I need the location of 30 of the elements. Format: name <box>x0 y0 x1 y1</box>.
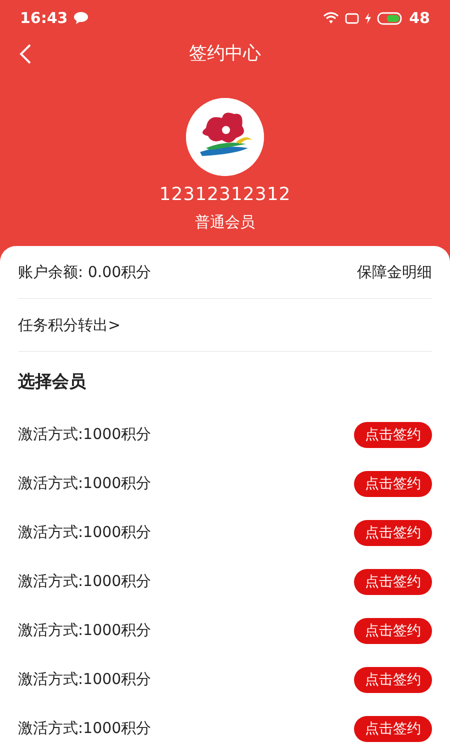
chat-icon <box>74 12 88 24</box>
plan-label: 激活方式:1000积分 <box>18 670 152 689</box>
screen-icon <box>345 12 360 24</box>
plan-label: 激活方式:1000积分 <box>18 425 152 444</box>
sign-button[interactable]: 点击签约 <box>354 666 432 692</box>
sign-button[interactable]: 点击签约 <box>354 568 432 594</box>
section-title: 选择会员 <box>18 370 86 392</box>
plan-label: 激活方式:1000积分 <box>18 621 152 640</box>
status-time: 16:43 <box>20 9 68 27</box>
plan-label: 激活方式:1000积分 <box>18 572 152 591</box>
plan-label: 激活方式:1000积分 <box>18 523 152 542</box>
deposit-details-link[interactable]: 保障金明细 <box>357 262 432 282</box>
battery-percent: 48 <box>409 9 430 27</box>
flower-logo-icon <box>186 98 264 176</box>
plan-label: 激活方式:1000积分 <box>18 719 152 738</box>
member-level: 普通会员 <box>195 213 255 232</box>
sign-button[interactable]: 点击签约 <box>354 422 432 448</box>
page-title: 签约中心 <box>189 42 261 65</box>
plan-label: 激活方式:1000积分 <box>18 474 152 493</box>
sign-button[interactable]: 点击签约 <box>354 618 432 644</box>
back-icon[interactable] <box>18 43 32 65</box>
sign-button[interactable]: 点击签约 <box>354 520 432 546</box>
account-number: 12312312312 <box>159 184 291 205</box>
charging-icon <box>365 12 372 24</box>
battery-icon <box>377 12 404 24</box>
sign-button[interactable]: 点击签约 <box>354 470 432 496</box>
sign-button[interactable]: 点击签约 <box>354 716 432 742</box>
points-transfer-link[interactable]: 任务积分转出> <box>18 316 121 334</box>
wifi-icon <box>323 12 340 24</box>
balance-label: 账户余额: 0.00积分 <box>18 262 152 282</box>
